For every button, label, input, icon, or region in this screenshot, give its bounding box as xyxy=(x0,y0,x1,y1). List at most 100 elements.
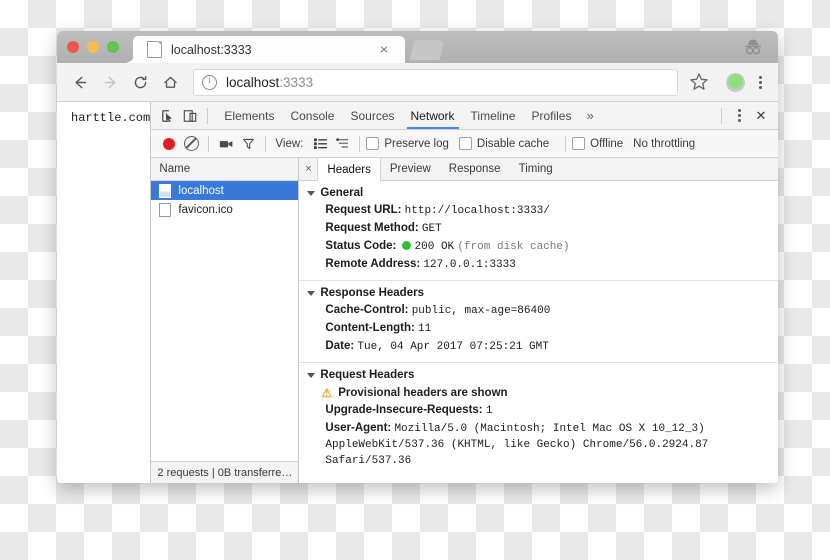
section-header-response[interactable]: Response Headers xyxy=(299,285,778,302)
close-devtools-button[interactable]: ✕ xyxy=(750,106,772,126)
record-button[interactable] xyxy=(158,134,180,154)
maximize-window-button[interactable] xyxy=(107,41,119,53)
address-bar-host: localhost xyxy=(226,74,280,90)
checkbox-box xyxy=(458,137,472,150)
tab-headers[interactable]: Headers xyxy=(317,158,381,181)
address-bar[interactable]: localhost:3333 xyxy=(193,68,678,96)
detail-tab-list: × Headers Preview Response Timing xyxy=(299,158,778,181)
waterfall-view-button[interactable] xyxy=(331,134,353,154)
browser-window: localhost:3333 × i localhost:3333 hartt… xyxy=(57,31,778,483)
section-title: Response Headers xyxy=(320,287,424,299)
clear-icon xyxy=(183,136,199,151)
tab-response[interactable]: Response xyxy=(440,158,510,180)
devtools-toolbar: Elements Console Sources Network Timelin… xyxy=(151,102,778,130)
provisional-headers-warning: ⚠ Provisional headers are shown xyxy=(299,384,778,402)
header-row-upgrade-insecure-requests: Upgrade-Insecure-Requests: 1 xyxy=(299,402,778,420)
list-view-button[interactable] xyxy=(309,134,331,154)
throttling-select[interactable]: No throttling xyxy=(633,138,695,150)
device-toolbar-icon[interactable] xyxy=(179,106,201,126)
header-row-cache-control: Cache-Control: public, max-age=86400 xyxy=(299,302,778,320)
forward-arrow-icon xyxy=(104,76,115,88)
header-row-remote-address: Remote Address: 127.0.0.1:3333 xyxy=(299,256,778,274)
address-bar-path: :3333 xyxy=(279,74,314,90)
record-dot-icon xyxy=(163,137,176,150)
tab-profiles[interactable]: Profiles xyxy=(523,102,579,129)
browser-tab[interactable]: localhost:3333 × xyxy=(124,36,405,63)
home-button[interactable] xyxy=(157,69,183,95)
devtools-menu-button[interactable] xyxy=(730,109,748,122)
toolbar-divider xyxy=(565,135,567,152)
offline-checkbox[interactable]: Offline xyxy=(572,137,623,150)
header-key: Cache-Control: xyxy=(325,304,409,316)
kebab-dot xyxy=(737,114,741,117)
window-controls xyxy=(67,41,119,53)
header-key: Status Code: xyxy=(325,240,397,252)
tab-network[interactable]: Network xyxy=(403,102,463,129)
tab-elements[interactable]: Elements xyxy=(216,102,282,129)
chevron-down-icon xyxy=(307,372,316,378)
minimize-window-button[interactable] xyxy=(87,41,99,53)
section-header-general[interactable]: General xyxy=(299,185,778,202)
network-status-bar: 2 requests | 0B transferre… xyxy=(151,461,299,483)
kebab-dot xyxy=(758,85,762,89)
forward-button[interactable] xyxy=(97,69,123,95)
title-bar: localhost:3333 × xyxy=(57,31,778,63)
reload-button[interactable] xyxy=(127,69,153,95)
filter-button[interactable] xyxy=(237,134,259,154)
tab-timeline[interactable]: Timeline xyxy=(463,102,524,129)
header-row-date: Date: Tue, 04 Apr 2017 07:25:21 GMT xyxy=(299,338,778,356)
more-tabs-button[interactable]: » xyxy=(579,108,600,123)
toolbar-divider xyxy=(359,135,361,152)
header-row-request-method: Request Method: GET xyxy=(299,220,778,238)
close-tab-button[interactable]: × xyxy=(377,42,391,56)
info-circle-icon[interactable] xyxy=(202,74,217,90)
view-label: View: xyxy=(275,137,304,150)
home-icon xyxy=(163,76,177,88)
clear-button[interactable] xyxy=(180,134,202,154)
tab-console[interactable]: Console xyxy=(282,102,342,129)
profile-avatar[interactable] xyxy=(726,72,745,92)
inspect-element-icon[interactable] xyxy=(157,106,179,126)
new-tab-button[interactable] xyxy=(409,40,445,60)
request-row-favicon[interactable]: favicon.ico xyxy=(151,200,298,219)
tab-sources[interactable]: Sources xyxy=(342,102,402,129)
disable-cache-checkbox[interactable]: Disable cache xyxy=(458,137,549,150)
headers-content: General Request URL: http://localhost:33… xyxy=(299,181,778,483)
bookmark-button[interactable] xyxy=(686,69,712,95)
toolbar-divider xyxy=(208,135,210,152)
preserve-log-label: Preserve log xyxy=(384,137,449,150)
warning-triangle-icon: ⚠ xyxy=(321,386,333,400)
request-list-column: Name localhost favicon.ico 2 requests | … xyxy=(151,158,300,483)
header-value: Tue, 04 Apr 2017 07:25:21 GMT xyxy=(357,341,549,353)
chevron-down-icon xyxy=(307,290,316,296)
header-row-status-code: Status Code: 200 OK (from disk cache) xyxy=(299,238,778,256)
section-header-request[interactable]: Request Headers xyxy=(299,367,778,384)
header-row-request-url: Request URL: http://localhost:3333/ xyxy=(299,202,778,220)
tab-timing[interactable]: Timing xyxy=(510,158,562,180)
preserve-log-checkbox[interactable]: Preserve log xyxy=(366,137,449,150)
document-icon xyxy=(159,202,172,217)
header-value: GET xyxy=(421,223,442,235)
back-button[interactable] xyxy=(67,69,93,95)
capture-screenshots-button[interactable] xyxy=(215,134,237,154)
tab-preview[interactable]: Preview xyxy=(381,158,440,180)
kebab-dot xyxy=(758,80,762,84)
name-column-header[interactable]: Name xyxy=(151,158,299,181)
header-value: 127.0.0.1:3333 xyxy=(423,259,516,271)
back-arrow-icon xyxy=(75,76,86,88)
chevron-down-icon xyxy=(307,190,316,196)
filter-funnel-icon xyxy=(243,138,254,149)
close-detail-button[interactable]: × xyxy=(299,158,317,180)
toolbar-divider xyxy=(721,107,722,124)
document-icon xyxy=(159,183,172,198)
close-window-button[interactable] xyxy=(67,41,79,53)
devtools-toolbar-right: ✕ xyxy=(715,106,772,126)
kebab-dot xyxy=(737,119,741,122)
section-general: General Request URL: http://localhost:33… xyxy=(299,181,778,281)
document-icon xyxy=(147,41,162,58)
request-row-localhost[interactable]: localhost xyxy=(151,181,299,200)
section-response-headers: Response Headers Cache-Control: public, … xyxy=(299,281,778,363)
header-key: Upgrade-Insecure-Requests: xyxy=(325,404,483,416)
browser-menu-button[interactable] xyxy=(752,75,768,89)
header-key: User-Agent: xyxy=(325,422,392,434)
